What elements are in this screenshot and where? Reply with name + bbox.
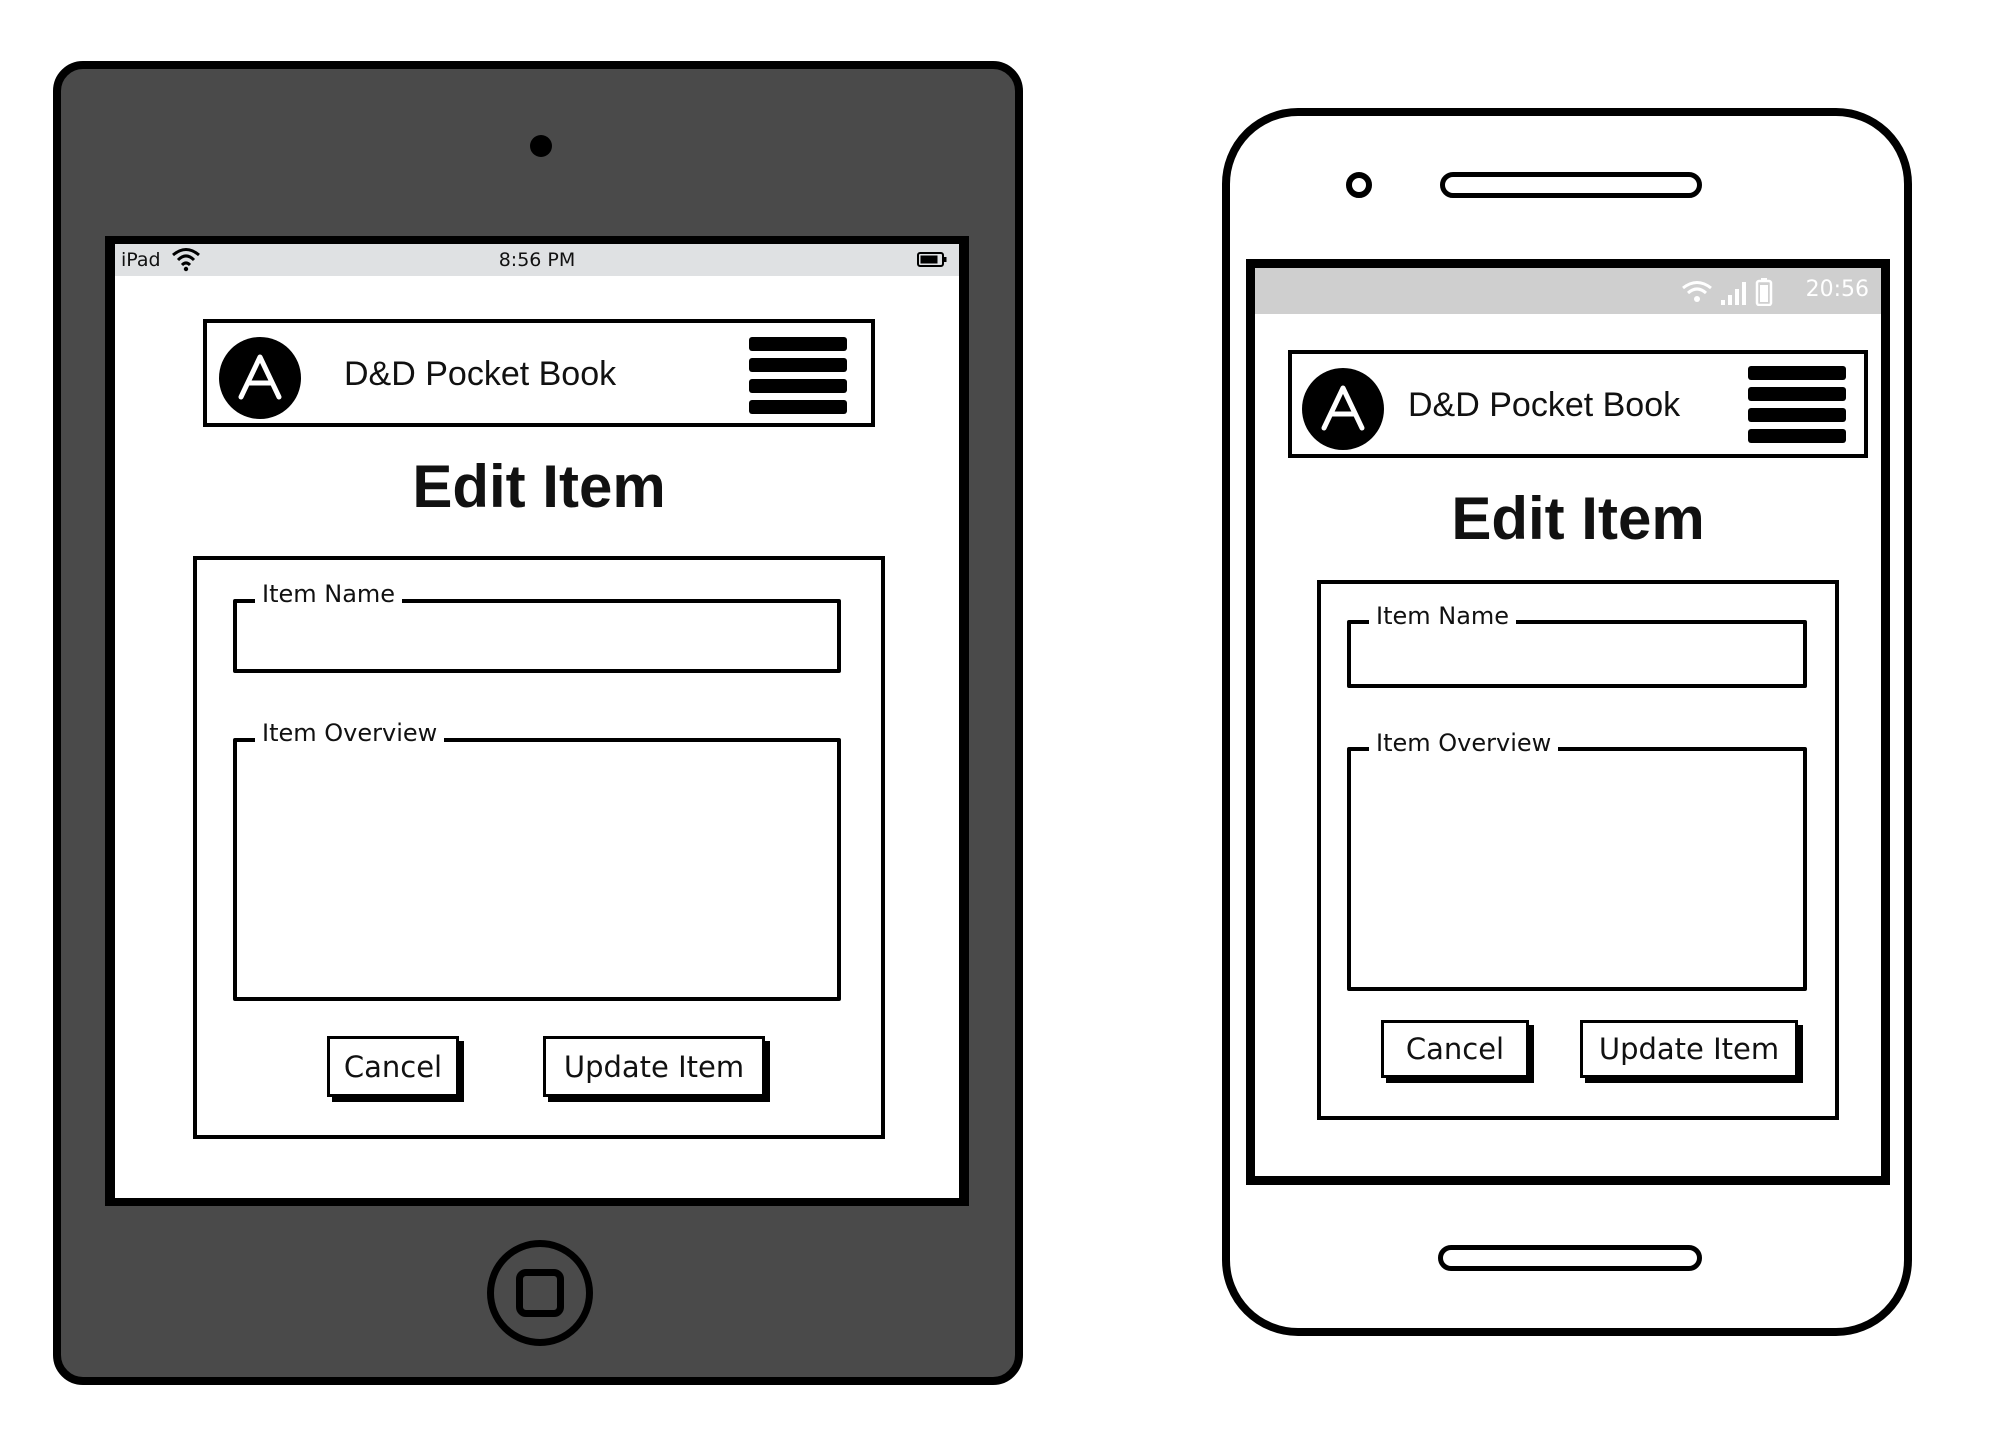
tablet-status-bar: iPad 8:56 PM [115,244,959,276]
app-header: D&D Pocket Book [203,319,875,427]
hamburger-menu-icon[interactable] [749,337,847,415]
page-title: Edit Item [1451,485,1705,552]
cellular-signal-icon [1721,282,1746,305]
item-overview-field[interactable] [1347,747,1807,991]
status-time: 8:56 PM [498,249,576,271]
ansible-logo-icon[interactable] [219,337,301,419]
home-button-icon [516,1269,564,1317]
tablet-camera [530,135,552,157]
phone-status-bar: 20:56 [1255,268,1881,314]
item-name-field[interactable] [1347,620,1807,688]
ansible-logo-icon[interactable] [1302,368,1384,450]
status-time: 20:56 [1805,277,1869,302]
status-icons [1682,278,1773,306]
wifi-icon [1682,281,1712,302]
phone-bottom-speaker [1438,1245,1702,1271]
app-title: D&D Pocket Book [1408,386,1681,424]
item-name-label: Item Name [255,580,403,608]
item-name-label: Item Name [1369,602,1517,630]
item-overview-label: Item Overview [1369,729,1559,757]
item-overview-label: Item Overview [255,719,445,747]
cancel-button[interactable]: Cancel [1381,1020,1529,1078]
phone-speaker [1440,172,1702,198]
update-item-button[interactable]: Update Item [543,1036,765,1097]
app-header: D&D Pocket Book [1288,350,1868,458]
phone-camera [1346,172,1372,198]
item-name-field[interactable] [233,599,841,673]
battery-icon [917,252,947,267]
update-item-button[interactable]: Update Item [1580,1020,1798,1078]
page-title: Edit Item [412,453,666,520]
battery-icon [1755,278,1773,306]
item-overview-field[interactable] [233,738,841,1001]
cancel-button[interactable]: Cancel [327,1036,459,1097]
app-title: D&D Pocket Book [344,355,617,393]
hamburger-menu-icon[interactable] [1748,366,1846,444]
